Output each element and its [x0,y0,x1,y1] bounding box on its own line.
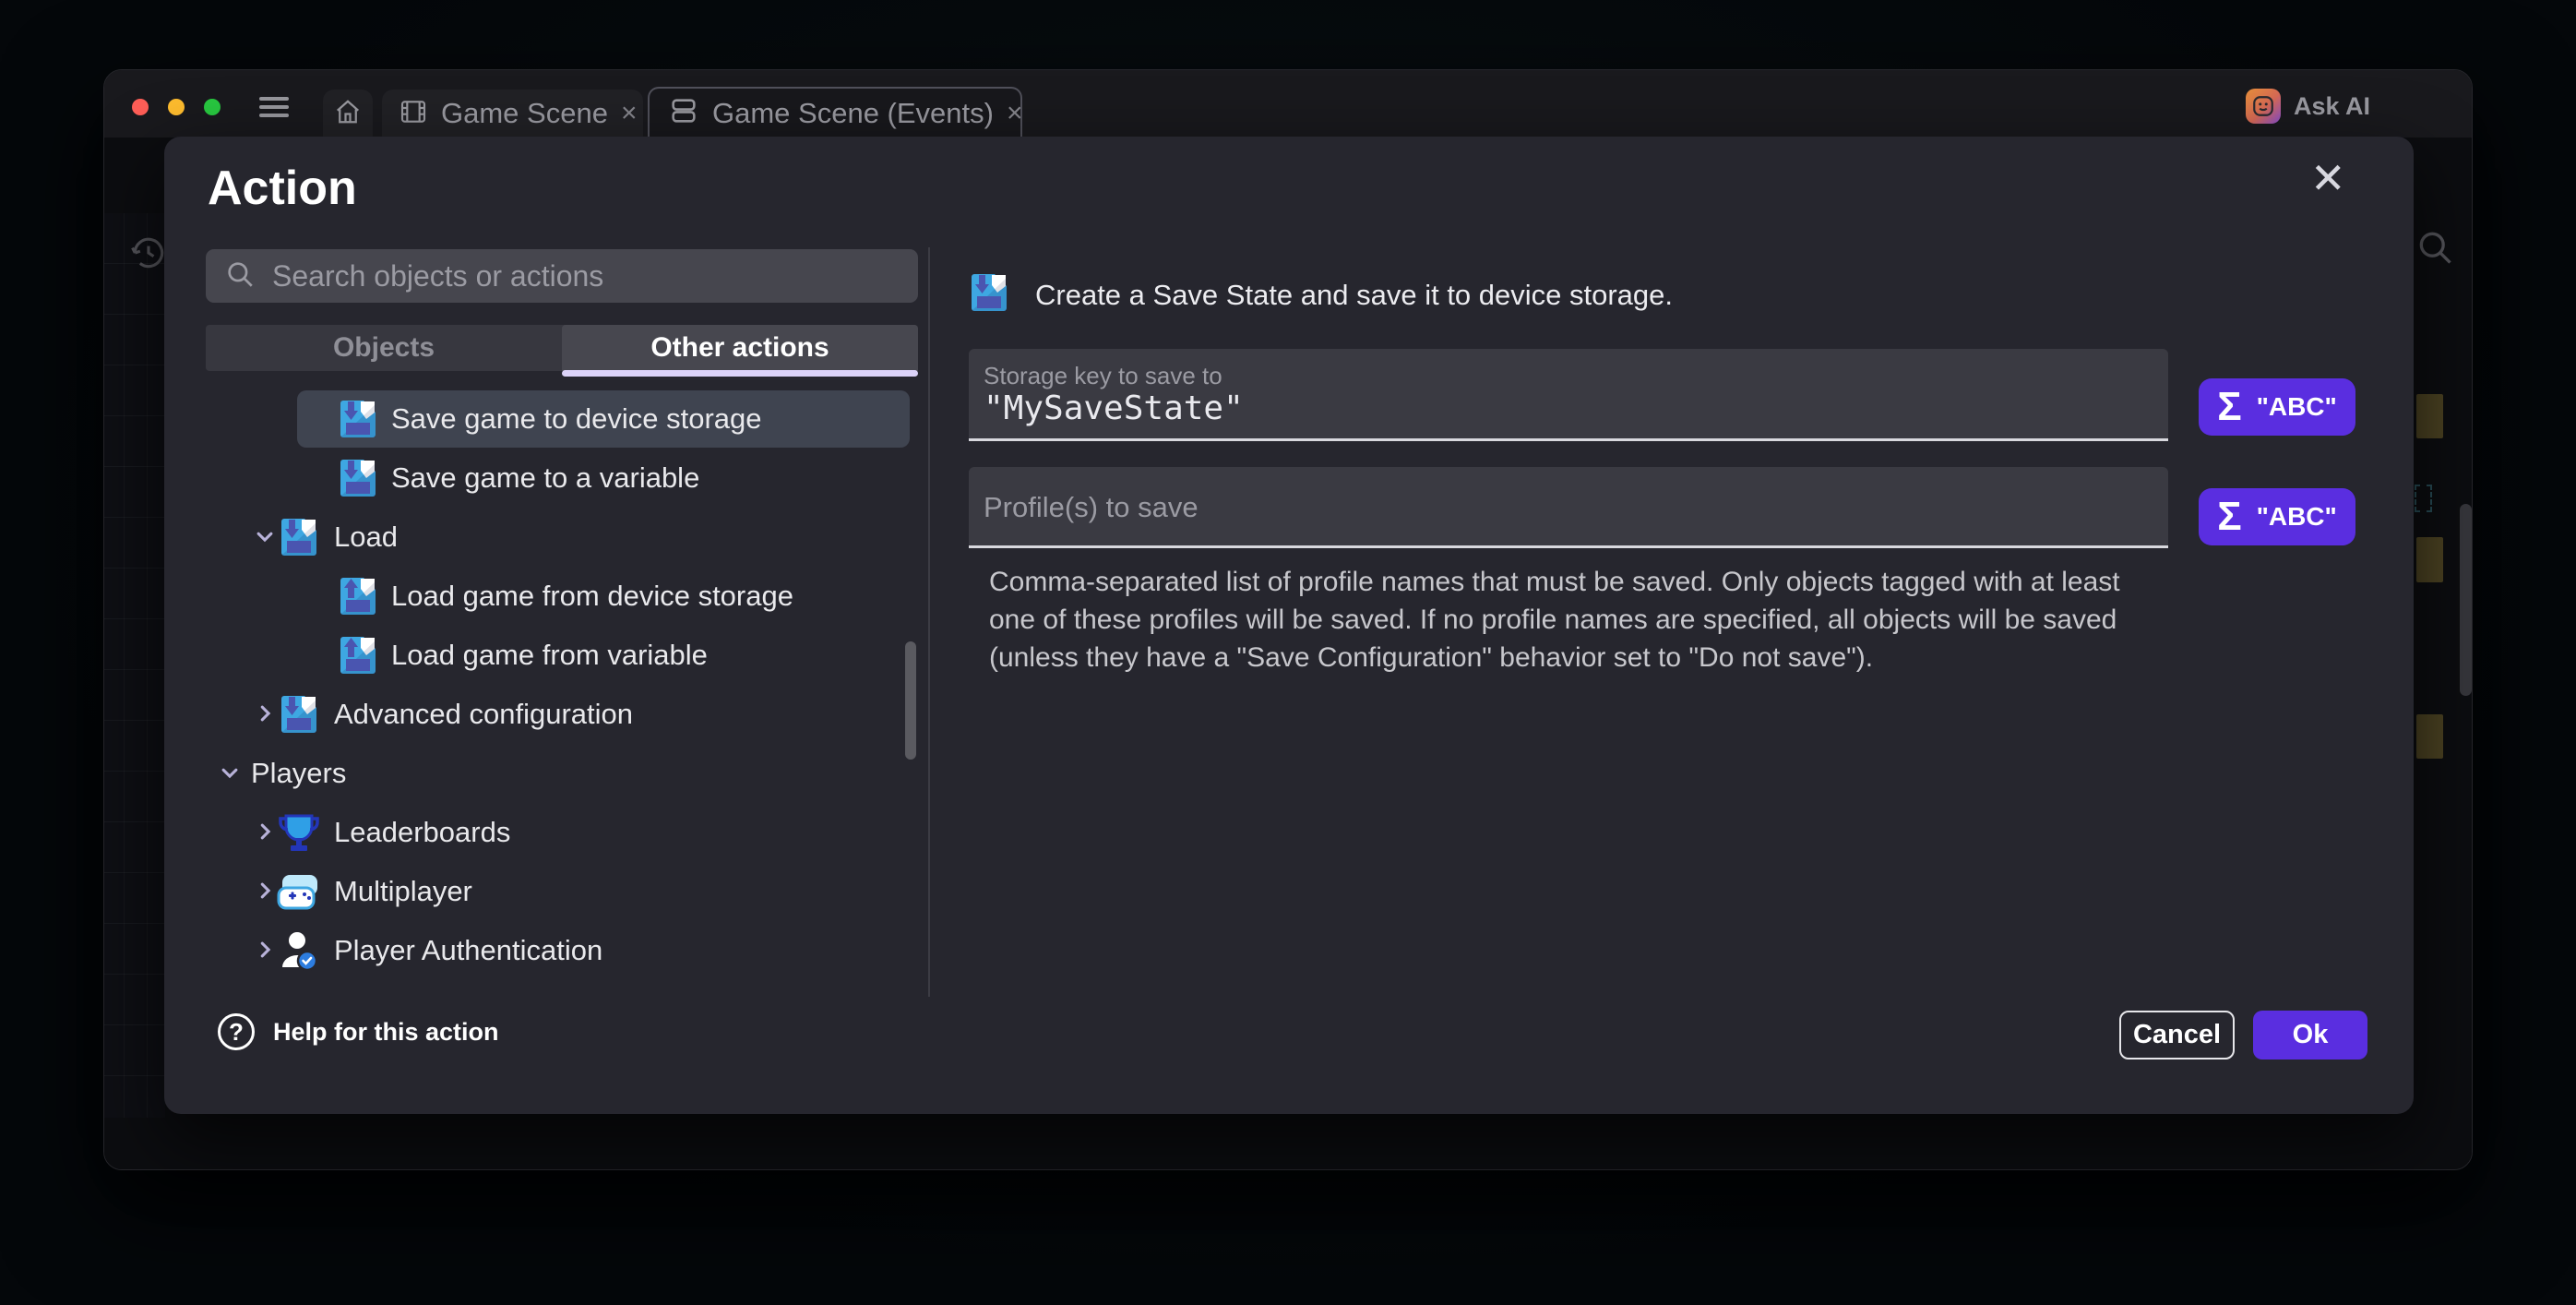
ask-ai-icon [2246,89,2281,124]
help-link-label: Help for this action [273,1018,499,1047]
tab-label: Game Scene [441,97,608,130]
tree-item-save-game-variable[interactable]: Save game to a variable [164,449,921,508]
chevron-down-icon [220,762,240,787]
tree-scrollbar[interactable] [905,641,916,760]
panel-divider [928,247,930,997]
cancel-button[interactable]: Cancel [2119,1011,2235,1060]
scene-icon [399,97,428,131]
home-icon [334,98,362,130]
description-text: Create a Save State and save it to devic… [1035,279,1673,312]
tree-item-label: Save game to device storage [391,389,762,449]
tree-group-players[interactable]: Players [164,744,921,803]
tree-item-label: Load [334,508,398,567]
sigma-icon: Σ [2217,387,2241,427]
tree-item-label: Save game to a variable [391,449,699,508]
tab-close-icon[interactable]: × [1007,98,1023,129]
abc-label: "ABC" [2257,502,2337,532]
tree-item-label: Load game from device storage [391,567,793,626]
save-icon [967,270,1011,319]
trophy-icon [277,810,321,855]
close-window-button[interactable] [132,99,149,115]
tree-item-label: Player Authentication [334,921,602,980]
save-icon [277,692,321,736]
dialog-title: Action [208,161,357,216]
person-auth-icon [277,928,321,973]
tree-item-load-game-device-storage[interactable]: Load game from device storage [164,567,921,626]
maximize-window-button[interactable] [204,99,221,115]
save-icon [336,397,380,441]
tree-item-label: Load game from variable [391,626,708,685]
expression-builder-button[interactable]: Σ "ABC" [2199,378,2355,436]
tree-item-label: Multiplayer [334,862,472,921]
action-dialog: Action ✕ Objects Other actions [164,137,2414,1114]
tab-close-icon[interactable]: × [621,98,638,129]
title-bar: Game Scene × Game Scene (Events) × [104,70,2472,138]
expression-builder-button[interactable]: Σ "ABC" [2199,488,2355,545]
field-label: Storage key to save to [984,362,1222,390]
storage-key-field: Storage key to save to [969,349,2168,441]
events-icon [668,95,699,131]
load-icon [336,574,380,618]
abc-label: "ABC" [2257,392,2337,422]
chevron-right-icon [255,821,275,846]
gamepad-icon [277,869,321,914]
tree-item-label: Leaderboards [334,803,510,862]
tree-group-leaderboards[interactable]: Leaderboards [164,803,921,862]
field-help-text: Comma-separated list of profile names th… [989,563,2152,676]
minimize-window-button[interactable] [168,99,185,115]
search-box [206,249,918,303]
storage-key-input[interactable] [984,389,2091,427]
save-icon [336,456,380,500]
chevron-right-icon [255,880,275,905]
search-icon [224,258,256,294]
desktop: Game Scene × Game Scene (Events) × [0,0,2576,1305]
dialog-tabs: Objects Other actions [206,325,918,371]
chevron-right-icon [255,940,275,964]
chevron-down-icon [255,526,275,551]
tab-other-actions[interactable]: Other actions [562,325,918,371]
tree-item-save-game-device-storage[interactable]: Save game to device storage [164,389,921,449]
hamburger-menu-icon[interactable] [259,92,289,116]
tab-objects[interactable]: Objects [206,325,562,371]
tree-item-load-game-variable[interactable]: Load game from variable [164,626,921,685]
load-icon [336,633,380,677]
tab-game-scene-events[interactable]: Game Scene (Events) × [648,87,1022,138]
action-description: Create a Save State and save it to devic… [967,270,1673,319]
ask-ai-label: Ask AI [2294,92,2370,121]
help-for-action-link[interactable]: ? Help for this action [218,1013,499,1050]
tree-group-advanced-configuration[interactable]: Advanced configuration [164,685,921,744]
home-tab[interactable] [323,90,373,138]
tree-item-label: Players [251,744,346,803]
tab-game-scene[interactable]: Game Scene × [382,90,643,138]
save-icon [277,515,321,559]
search-input[interactable] [272,259,900,293]
dialog-close-icon[interactable]: ✕ [2310,157,2346,199]
profiles-field: Profile(s) to save [969,467,2168,548]
tree-group-player-authentication[interactable]: Player Authentication [164,921,921,980]
tree-group-load[interactable]: Load [164,508,921,567]
actions-tree: Save game to device storage Save game to… [164,378,928,1006]
chevron-right-icon [255,703,275,728]
ok-button[interactable]: Ok [2253,1011,2367,1060]
profiles-input[interactable] [984,508,2091,545]
question-mark-icon: ? [218,1013,255,1050]
ask-ai-button[interactable]: Ask AI [2246,89,2370,124]
sigma-icon: Σ [2217,497,2241,537]
tab-label: Game Scene (Events) [712,97,994,130]
tree-item-label: Advanced configuration [334,685,633,744]
tree-group-multiplayer[interactable]: Multiplayer [164,862,921,921]
